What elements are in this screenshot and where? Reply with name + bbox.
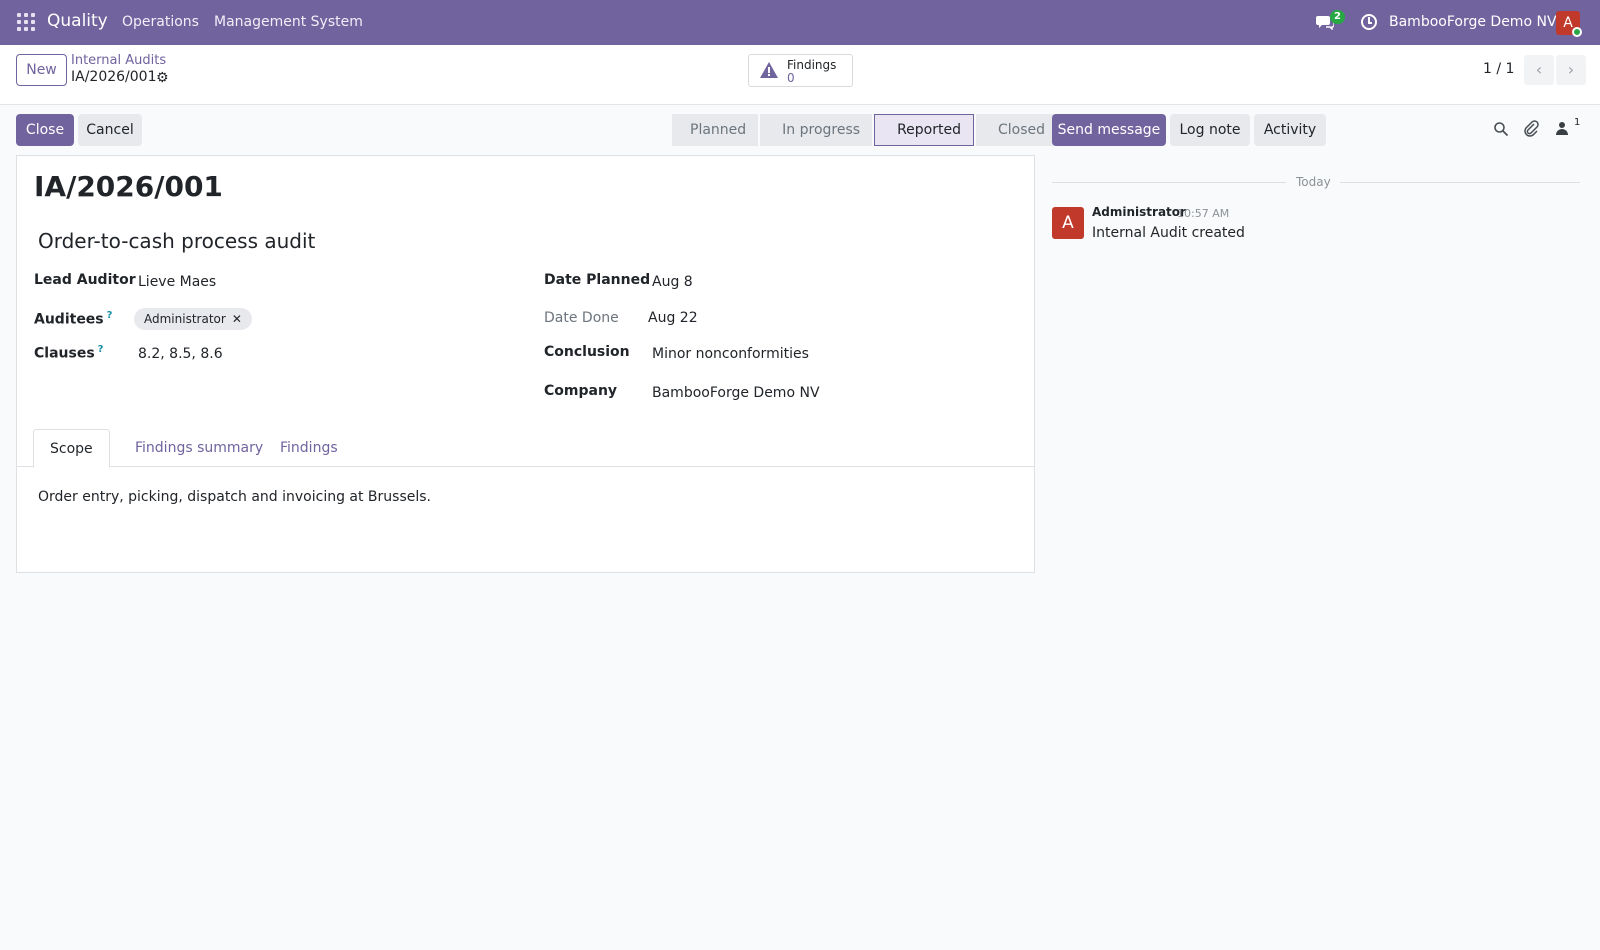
pager-value[interactable]: 1 / 1 xyxy=(1483,61,1514,77)
online-status-dot xyxy=(1572,27,1582,37)
date-done-label: Date Done xyxy=(544,310,619,326)
tab-findings-summary[interactable]: Findings summary xyxy=(119,429,279,468)
cancel-button[interactable]: Cancel xyxy=(78,114,142,146)
log-note-button[interactable]: Log note xyxy=(1170,114,1250,146)
clauses-field[interactable]: 8.2, 8.5, 8.6 xyxy=(138,346,223,362)
followers-icon[interactable] xyxy=(1556,121,1568,135)
notebook-tabs: Scope Findings summary Findings xyxy=(17,429,1034,468)
search-icon[interactable] xyxy=(1493,121,1509,137)
control-panel: New Internal Audits IA/2026/001 ⚙ Findin… xyxy=(0,45,1600,105)
smart-button-label: Findings xyxy=(787,58,837,72)
message-avatar[interactable]: A xyxy=(1052,207,1084,239)
top-navbar: Quality Operations Management System 2 B… xyxy=(0,0,1600,45)
tab-scope[interactable]: Scope xyxy=(33,429,110,468)
status-bar: Planned In progress Reported Closed xyxy=(672,114,1059,146)
stage-in-progress[interactable]: In progress xyxy=(760,114,873,146)
pager-next-icon[interactable]: › xyxy=(1556,55,1586,85)
record-name: IA/2026/001 xyxy=(34,170,223,203)
messages-count-badge: 2 xyxy=(1330,10,1345,24)
clauses-label: Clauses? xyxy=(34,344,104,362)
conclusion-label: Conclusion xyxy=(544,344,630,360)
auditee-tag: Administrator ✕ xyxy=(134,308,252,330)
breadcrumb-parent[interactable]: Internal Audits xyxy=(71,53,166,68)
company-label: Company xyxy=(544,383,618,399)
breadcrumb-current: IA/2026/001 xyxy=(71,69,157,85)
menu-operations[interactable]: Operations xyxy=(122,14,199,30)
message-author[interactable]: Administrator xyxy=(1092,205,1186,219)
scope-text[interactable]: Order entry, picking, dispatch and invoi… xyxy=(38,489,431,505)
auditees-label: Auditees? xyxy=(34,310,113,328)
remove-tag-icon[interactable]: ✕ xyxy=(232,312,242,326)
lead-auditor-field[interactable]: Lieve Maes xyxy=(138,274,216,290)
menu-management-system[interactable]: Management System xyxy=(214,14,363,30)
close-button[interactable]: Close xyxy=(16,114,74,146)
followers-count: 1 xyxy=(1574,117,1581,128)
date-separator-line xyxy=(1052,182,1286,183)
paperclip-icon[interactable] xyxy=(1523,120,1539,137)
lead-auditor-label: Lead Auditor xyxy=(34,272,136,288)
pager-previous-icon[interactable]: ‹ xyxy=(1524,55,1554,85)
stage-closed[interactable]: Closed xyxy=(975,114,1058,146)
findings-smart-button[interactable]: Findings 0 xyxy=(748,54,853,87)
message-body: Internal Audit created xyxy=(1092,225,1245,241)
stage-planned[interactable]: Planned xyxy=(672,114,759,146)
date-planned-field[interactable]: Aug 8 xyxy=(652,274,693,290)
activity-button[interactable]: Activity xyxy=(1254,114,1326,146)
date-separator-line xyxy=(1340,182,1580,183)
app-name[interactable]: Quality xyxy=(47,11,108,31)
activity-clock-icon[interactable] xyxy=(1361,14,1377,30)
date-planned-label: Date Planned xyxy=(544,272,651,288)
message-time: 10:57 AM xyxy=(1177,207,1230,220)
gear-icon[interactable]: ⚙ xyxy=(156,70,169,86)
send-message-button[interactable]: Send message xyxy=(1052,114,1166,146)
smart-button-value: 0 xyxy=(787,71,795,85)
apps-menu-icon[interactable] xyxy=(17,13,35,31)
help-icon[interactable]: ? xyxy=(107,310,113,321)
new-button[interactable]: New xyxy=(16,54,67,86)
help-icon[interactable]: ? xyxy=(98,344,104,355)
stage-reported[interactable]: Reported xyxy=(874,114,974,146)
form-sheet: IA/2026/001 Order-to-cash process audit … xyxy=(16,155,1035,573)
date-separator: Today xyxy=(1296,175,1331,189)
date-done-field[interactable]: Aug 22 xyxy=(648,310,698,326)
company-switcher[interactable]: BambooForge Demo NV xyxy=(1389,14,1557,30)
company-field[interactable]: BambooForge Demo NV xyxy=(652,385,820,401)
audit-title-field[interactable]: Order-to-cash process audit xyxy=(38,229,315,253)
conclusion-field[interactable]: Minor nonconformities xyxy=(652,346,809,362)
tab-findings[interactable]: Findings xyxy=(264,429,354,468)
warning-icon xyxy=(760,62,778,78)
